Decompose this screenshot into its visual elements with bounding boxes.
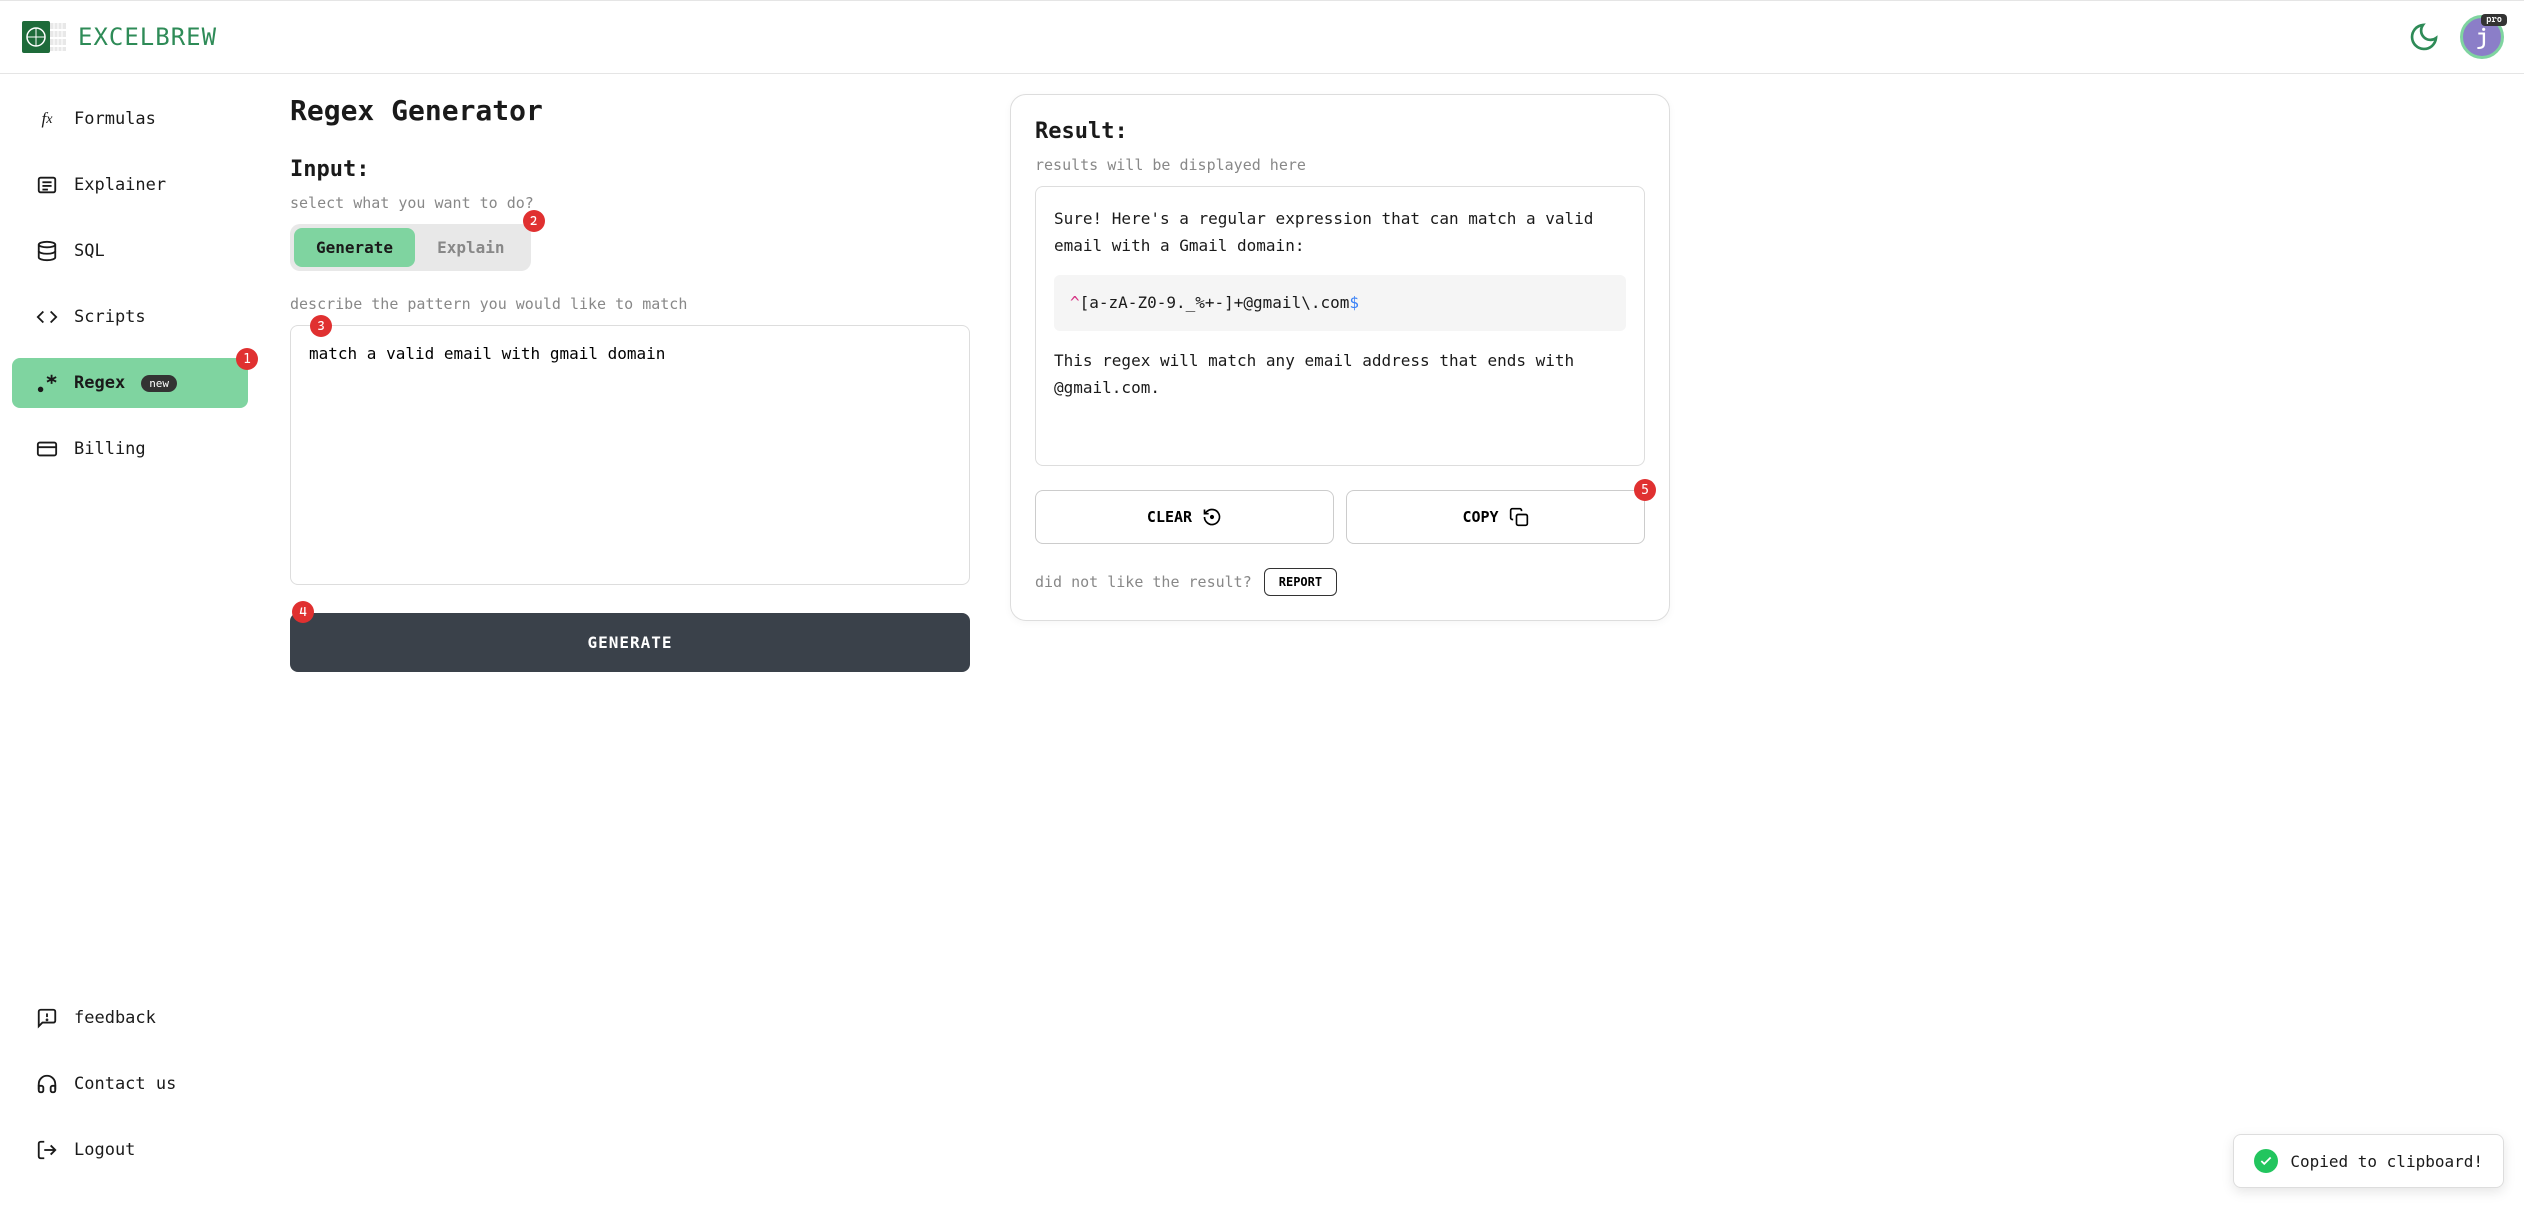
sidebar-item-label: Regex xyxy=(74,373,125,393)
copy-button[interactable]: COPY 5 xyxy=(1346,490,1645,544)
logout-icon xyxy=(36,1139,58,1161)
code-icon xyxy=(36,306,58,328)
sidebar-item-label: Logout xyxy=(74,1140,135,1160)
feedback-icon xyxy=(36,1007,58,1029)
logo-area[interactable]: EXCELBREW xyxy=(20,13,217,61)
sidebar-item-contact[interactable]: Contact us xyxy=(12,1059,248,1109)
regex-code-block: ^[a-zA-Z0-9._%+-]+@gmail\.com$ xyxy=(1054,275,1626,330)
toggle-generate-button[interactable]: Generate xyxy=(294,228,415,267)
sidebar-item-label: SQL xyxy=(74,241,105,261)
result-label: Result: xyxy=(1035,119,1645,144)
textarea-help-text: describe the pattern you would like to m… xyxy=(290,295,970,313)
sidebar-item-scripts[interactable]: Scripts xyxy=(12,292,248,342)
card-icon xyxy=(36,438,58,460)
copy-icon xyxy=(1509,507,1529,527)
annotation-marker-5: 5 xyxy=(1634,479,1656,501)
avatar-letter: j xyxy=(2476,25,2489,50)
main-layout: fx Formulas Explainer SQL Scripts xyxy=(0,74,2524,1207)
report-prompt: did not like the result? xyxy=(1035,573,1252,591)
headset-icon xyxy=(36,1073,58,1095)
content: Regex Generator Input: select what you w… xyxy=(260,74,2524,1207)
theme-toggle-icon[interactable] xyxy=(2408,21,2440,53)
fx-icon: fx xyxy=(36,108,58,130)
annotation-marker-2: 2 xyxy=(523,210,545,232)
sidebar-item-explainer[interactable]: Explainer xyxy=(12,160,248,210)
clear-label: CLEAR xyxy=(1147,508,1192,526)
sidebar-item-label: Formulas xyxy=(74,109,156,129)
avatar-badge: pro xyxy=(2481,14,2507,26)
sidebar-bottom: feedback Contact us Logout xyxy=(0,993,260,1187)
sidebar-item-sql[interactable]: SQL xyxy=(12,226,248,276)
input-label: Input: xyxy=(290,157,970,182)
regex-icon xyxy=(36,372,58,394)
result-help-text: results will be displayed here xyxy=(1035,156,1645,174)
sidebar-item-formulas[interactable]: fx Formulas xyxy=(12,94,248,144)
avatar[interactable]: j pro xyxy=(2460,15,2504,59)
result-outro: This regex will match any email address … xyxy=(1054,347,1626,401)
regex-end-anchor: $ xyxy=(1349,293,1359,312)
sidebar-item-feedback[interactable]: feedback xyxy=(12,993,248,1043)
sidebar-item-label: Explainer xyxy=(74,175,166,195)
annotation-marker-1: 1 xyxy=(236,348,258,370)
clear-button[interactable]: CLEAR xyxy=(1035,490,1334,544)
textarea-wrapper: 3 xyxy=(290,325,970,589)
input-panel: Regex Generator Input: select what you w… xyxy=(290,94,970,1187)
toast: Copied to clipboard! xyxy=(2233,1134,2504,1188)
toast-message: Copied to clipboard! xyxy=(2290,1152,2483,1171)
header-right: j pro xyxy=(2408,15,2504,59)
result-panel: Result: results will be displayed here S… xyxy=(1010,94,1670,621)
regex-body: [a-zA-Z0-9._%+-]+@gmail\.com xyxy=(1080,293,1350,312)
reset-icon xyxy=(1202,507,1222,527)
sidebar-item-label: Contact us xyxy=(74,1074,176,1094)
sidebar-top: fx Formulas Explainer SQL Scripts xyxy=(0,94,260,486)
regex-start-anchor: ^ xyxy=(1070,293,1080,312)
toggle-help-text: select what you want to do? xyxy=(290,194,970,212)
check-icon xyxy=(2254,1149,2278,1173)
copy-label: COPY xyxy=(1462,508,1498,526)
result-box: Sure! Here's a regular expression that c… xyxy=(1035,186,1645,466)
action-buttons: CLEAR COPY 5 xyxy=(1035,490,1645,544)
mode-toggle: Generate Explain 2 xyxy=(290,224,531,271)
header: EXCELBREW j pro xyxy=(0,0,2524,74)
database-icon xyxy=(36,240,58,262)
annotation-marker-3: 3 xyxy=(310,315,332,337)
new-badge: new xyxy=(141,375,177,392)
page-title: Regex Generator xyxy=(290,94,970,127)
annotation-marker-4: 4 xyxy=(292,601,314,623)
toggle-explain-button[interactable]: Explain xyxy=(415,228,526,267)
logo-icon xyxy=(20,13,68,61)
brand-text: EXCELBREW xyxy=(78,23,217,51)
generate-button[interactable]: GENERATE xyxy=(290,613,970,672)
explainer-icon xyxy=(36,174,58,196)
pattern-input[interactable] xyxy=(290,325,970,585)
sidebar-item-label: feedback xyxy=(74,1008,156,1028)
sidebar-item-regex[interactable]: Regex new 1 xyxy=(12,358,248,408)
sidebar-item-logout[interactable]: Logout xyxy=(12,1125,248,1175)
report-row: did not like the result? REPORT xyxy=(1035,568,1645,596)
sidebar: fx Formulas Explainer SQL Scripts xyxy=(0,74,260,1207)
sidebar-item-billing[interactable]: Billing xyxy=(12,424,248,474)
report-button[interactable]: REPORT xyxy=(1264,568,1337,596)
sidebar-item-label: Scripts xyxy=(74,307,146,327)
result-intro: Sure! Here's a regular expression that c… xyxy=(1054,205,1626,259)
sidebar-item-label: Billing xyxy=(74,439,146,459)
